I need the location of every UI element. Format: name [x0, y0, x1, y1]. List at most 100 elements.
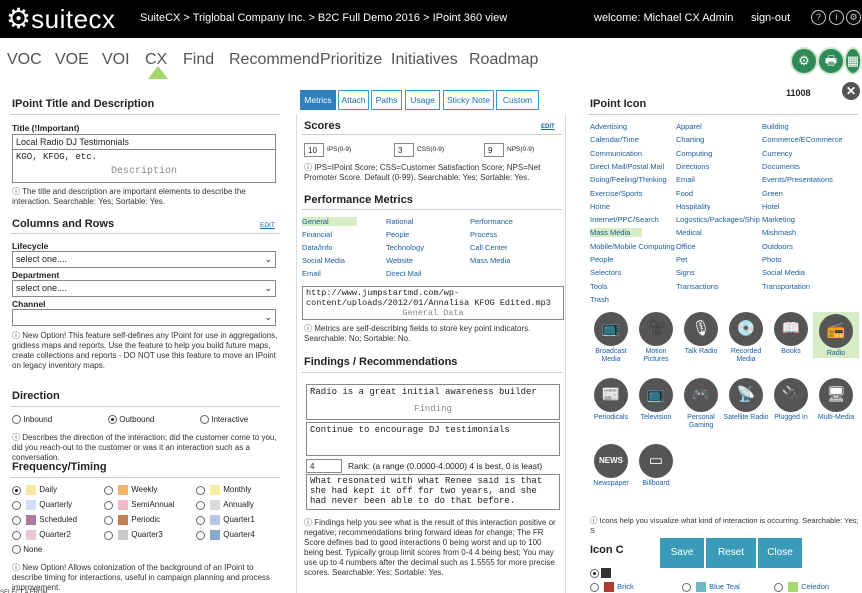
icon-category-option[interactable]: Logostics/Packages/Ship: [676, 215, 760, 224]
icon-category-option[interactable]: Transactions: [676, 282, 719, 291]
icon-category-option[interactable]: Documents: [762, 162, 800, 171]
radio-button[interactable]: [104, 530, 113, 540]
icon-category-option[interactable]: Events/Presentations: [762, 175, 833, 184]
help-icon[interactable]: ?: [811, 10, 826, 25]
icon-option[interactable]: 🎙 Talk Radio: [678, 312, 724, 356]
description-field[interactable]: KGO, KFOG, etc. Description: [12, 149, 276, 183]
css-field[interactable]: 3: [394, 143, 414, 157]
icon-option[interactable]: 🖥 Multi-Media: [813, 378, 859, 422]
tab-metrics[interactable]: Metrics: [300, 90, 336, 110]
tab-sticky-note[interactable]: Sticky Note: [443, 90, 494, 110]
frequency-option[interactable]: Weekly: [104, 485, 157, 495]
icon-option[interactable]: 📺 Television: [633, 378, 679, 422]
icon-category-option[interactable]: Photo: [762, 255, 782, 264]
performance-metric-option[interactable]: Data/Info: [302, 243, 332, 252]
icon-category-option[interactable]: Exercise/Sports: [590, 189, 643, 198]
icon-category-option[interactable]: Selectors: [590, 268, 621, 277]
info-icon[interactable]: i: [829, 10, 844, 25]
icon-category-option[interactable]: Mobile/Mobile Computing: [590, 242, 675, 251]
radio-button[interactable]: [12, 530, 21, 540]
icon-category-option[interactable]: Home: [590, 202, 610, 211]
settings-icon[interactable]: ⚙: [846, 10, 861, 25]
direction-inbound[interactable]: Inbound: [12, 415, 52, 425]
title-field[interactable]: Local Radio DJ Testimonials: [12, 134, 276, 150]
radio-button[interactable]: [108, 415, 117, 425]
performance-metric-option[interactable]: People: [386, 230, 409, 239]
icon-category-option[interactable]: Calendar/Time: [590, 135, 639, 144]
performance-metric-option[interactable]: General: [302, 217, 357, 226]
print-icon[interactable]: 🖶: [819, 49, 843, 73]
performance-metric-option[interactable]: Rational: [386, 217, 414, 226]
radio-button[interactable]: [196, 530, 205, 540]
frequency-option[interactable]: Quarter1: [196, 515, 255, 525]
radio-button[interactable]: [12, 415, 21, 425]
department-select[interactable]: select one.... ⌄: [12, 280, 276, 297]
frequency-option[interactable]: Quarter4: [196, 530, 255, 540]
direction-interactive[interactable]: Interactive: [200, 415, 248, 425]
nav-voe[interactable]: VOE: [55, 51, 89, 69]
frequency-option[interactable]: Quarter3: [104, 530, 163, 540]
icon-category-option[interactable]: Mishmash: [762, 228, 796, 237]
rank-field[interactable]: 4: [306, 459, 342, 473]
radio-button[interactable]: [196, 485, 205, 495]
frequency-option[interactable]: Quarterly: [12, 500, 72, 510]
icon-option[interactable]: 💿 Recorded Media: [723, 312, 769, 364]
color-option[interactable]: Blue Teal: [682, 582, 740, 593]
icon-category-option[interactable]: Social Media: [762, 268, 805, 277]
icon-category-option[interactable]: Direct Mail/Postal Mail: [590, 162, 664, 171]
performance-metric-option[interactable]: Process: [470, 230, 497, 239]
radio-button[interactable]: [682, 582, 691, 592]
frequency-option[interactable]: Scheduled: [12, 515, 77, 525]
icon-option[interactable]: 🔌 Plugged In: [768, 378, 814, 422]
icon-option[interactable]: 📖 Books: [768, 312, 814, 356]
icon-category-option[interactable]: Marketing: [762, 215, 795, 224]
icon-option[interactable]: 🎥 Motion Pictures: [633, 312, 679, 364]
performance-metric-option[interactable]: Mass Media: [470, 256, 510, 265]
radio-button[interactable]: [590, 582, 599, 592]
icon-option[interactable]: 📰 Periodicals: [588, 378, 634, 422]
performance-metric-option[interactable]: Financial: [302, 230, 332, 239]
frequency-option[interactable]: None: [12, 545, 42, 555]
what-resonated-field[interactable]: What resonated with what Renee said is t…: [306, 474, 560, 510]
radio-button[interactable]: [200, 415, 209, 425]
frequency-option[interactable]: Annually: [196, 500, 254, 510]
icon-category-option[interactable]: People: [590, 255, 613, 264]
tab-usage[interactable]: Usage: [405, 90, 440, 110]
icon-category-option[interactable]: Apparel: [676, 122, 702, 131]
icon-category-option[interactable]: Email: [676, 175, 695, 184]
breadcrumb[interactable]: SuiteCX > Triglobal Company Inc. > B2C F…: [140, 12, 507, 24]
icon-category-option[interactable]: Trash: [590, 295, 609, 304]
performance-metric-option[interactable]: Email: [302, 269, 321, 278]
icon-category-option[interactable]: Tools: [590, 282, 608, 291]
reset-button[interactable]: Reset: [706, 538, 756, 568]
settings-circle-icon[interactable]: ⚙: [792, 49, 816, 73]
lifecycle-select[interactable]: select one.... ⌄: [12, 251, 276, 268]
color-option[interactable]: Celedon: [774, 582, 829, 593]
nav-prioritize[interactable]: Prioritize: [320, 51, 382, 69]
radio-button[interactable]: [590, 568, 599, 578]
radio-button[interactable]: [12, 500, 21, 510]
radio-button[interactable]: [196, 515, 205, 525]
nav-initiatives[interactable]: Initiatives: [391, 51, 458, 69]
radio-button[interactable]: [104, 515, 113, 525]
frequency-option[interactable]: Periodic: [104, 515, 160, 525]
icon-category-option[interactable]: Mass Media: [590, 228, 643, 238]
icon-category-option[interactable]: Directions: [676, 162, 709, 171]
radio-button[interactable]: [104, 485, 113, 495]
tab-custom[interactable]: Custom: [496, 90, 539, 110]
icon-option[interactable]: 📺 Broadcast Media: [588, 312, 634, 364]
icon-option[interactable]: 📡 Satellite Radio: [723, 378, 769, 422]
performance-metric-option[interactable]: Website: [386, 256, 413, 265]
tab-paths[interactable]: Paths: [371, 90, 402, 110]
icon-category-option[interactable]: Advertising: [590, 122, 627, 131]
radio-button[interactable]: [12, 545, 21, 555]
color-option-selected[interactable]: [590, 568, 612, 578]
general-data-field[interactable]: http://www.jumpstartmd.com/wp-content/up…: [302, 286, 564, 320]
radio-button[interactable]: [774, 582, 783, 592]
icon-category-option[interactable]: Office: [676, 242, 695, 251]
frequency-option[interactable]: Daily: [12, 485, 57, 495]
ips-field[interactable]: 10: [304, 143, 324, 157]
frequency-option[interactable]: Quarter2: [12, 530, 71, 540]
logo[interactable]: ⚙ suitecx: [6, 4, 116, 35]
nav-voc[interactable]: VOC: [7, 51, 42, 69]
